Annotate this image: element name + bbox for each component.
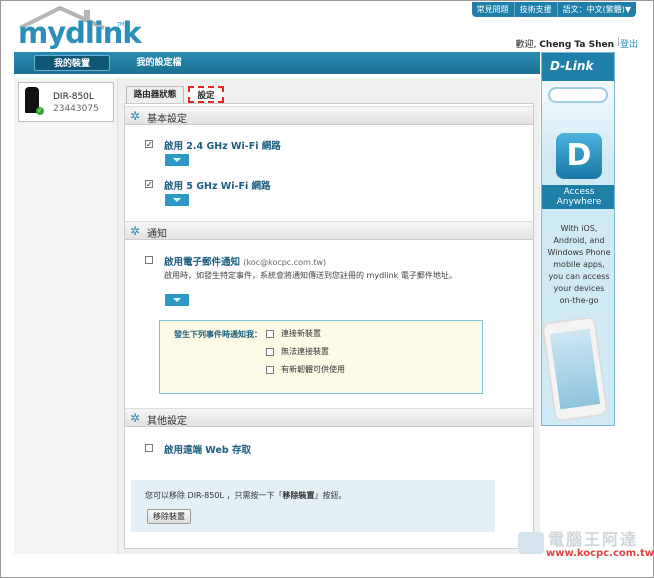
gear-icon: ✲ — [130, 224, 141, 238]
notify-options-title: 發生下列事件時通知我： — [174, 330, 262, 339]
cloud-icon — [548, 87, 608, 103]
notify-options-box: 發生下列事件時通知我： 連接新裝置 無法連接裝置 有新韌體可供使用 — [159, 320, 483, 394]
section-title: 通知 — [147, 229, 167, 240]
main-panel: 路由器狀態 設定 ✲ 基本設定 ✓ 啟用 2.4 GHz Wi-Fi 網路 ✓ … — [118, 78, 540, 554]
remove-device-button[interactable]: 移除裝置 — [147, 509, 191, 524]
computer-icon — [518, 532, 544, 554]
device-list: ✓ DIR-850L 23443075 — [14, 78, 118, 554]
phone-image — [542, 315, 609, 423]
email-notify-desc: 啟用時，如發生特定事件，系統會將通知傳送到您註冊的 mydlink 電子郵件地址… — [164, 271, 457, 280]
main-nav: 我的裝置 我的設定檔 — [14, 52, 540, 74]
device-card[interactable]: ✓ DIR-850L 23443075 — [18, 82, 114, 122]
welcome-text: 歡迎, Cheng Ta Shen — [515, 40, 614, 50]
online-check-icon: ✓ — [36, 107, 44, 115]
faq-link[interactable]: 常見問題 — [472, 2, 514, 17]
device-name: DIR-850L — [53, 92, 94, 102]
wifi5-checkbox[interactable]: ✓ — [145, 180, 153, 189]
ad-headline: Access Anywhere — [542, 185, 614, 209]
ad-description: With iOS, Android, and Windows Phone mob… — [547, 224, 611, 305]
expand-wifi5-button[interactable] — [165, 194, 189, 206]
section-title: 基本設定 — [147, 114, 187, 125]
user-name: Cheng Ta Shen — [539, 40, 614, 50]
remote-access-checkbox[interactable] — [145, 444, 153, 452]
email-address: (koc@kocpc.com.tw) — [243, 258, 327, 267]
wifi5-label: 啟用 5 GHz Wi-Fi 網路 — [164, 181, 271, 192]
wifi24-label: 啟用 2.4 GHz Wi-Fi 網路 — [164, 141, 281, 152]
tab-router-status[interactable]: 路由器狀態 — [126, 86, 184, 103]
logo-tm: TM — [117, 22, 125, 28]
support-link[interactable]: 技術支援 — [513, 2, 557, 17]
tab-my-devices[interactable]: 我的裝置 — [34, 55, 110, 71]
dlink-logo: D-Link — [550, 59, 594, 73]
section-basic: ✲ 基本設定 — [125, 106, 533, 125]
remove-device-info: 您可以移除 DIR-850L ，只需按一下「移除裝置」按鈕。 — [145, 491, 347, 500]
option-label: 有新韌體可供使用 — [281, 365, 345, 374]
expand-wifi24-button[interactable] — [165, 154, 189, 166]
email-notify-label: 啟用電子郵件通知 (koc@kocpc.com.tw) — [164, 257, 327, 268]
remote-access-label: 啟用遠端 Web 存取 — [164, 445, 251, 456]
gear-icon: ✲ — [130, 411, 141, 425]
option-label: 連接新裝置 — [281, 329, 321, 338]
option-checkbox[interactable] — [266, 366, 274, 374]
option-label: 無法連接裝置 — [281, 347, 329, 356]
language-select[interactable]: 語文：中文(繁體)▼ — [556, 2, 636, 17]
dlink-app-icon: D — [556, 133, 602, 179]
email-notify-checkbox[interactable] — [145, 256, 153, 264]
wifi24-checkbox[interactable]: ✓ — [145, 140, 153, 149]
expand-notify-button[interactable] — [165, 294, 189, 306]
dlink-ad-banner[interactable]: D-Link D Access Anywhere With iOS, Androi… — [541, 52, 615, 426]
tab-my-profile[interactable]: 我的設定檔 — [118, 55, 200, 71]
section-other: ✲ 其他設定 — [125, 408, 533, 427]
ad-header: D-Link — [542, 53, 614, 81]
watermark-title: 電腦王阿達 — [548, 530, 639, 549]
tab-settings[interactable]: 設定 — [188, 86, 224, 103]
watermark: 電腦王阿達 www.kocpc.com.tw — [512, 524, 654, 568]
option-checkbox[interactable] — [266, 348, 274, 356]
gear-icon: ✲ — [130, 109, 141, 123]
top-links: 常見問題 技術支援 語文：中文(繁體)▼ — [471, 2, 636, 17]
settings-content: ✲ 基本設定 ✓ 啟用 2.4 GHz Wi-Fi 網路 ✓ 啟用 5 GHz … — [124, 103, 534, 549]
option-checkbox[interactable] — [266, 330, 274, 338]
remove-device-box: 您可以移除 DIR-850L ，只需按一下「移除裝置」按鈕。 移除裝置 — [131, 480, 495, 532]
section-title: 其他設定 — [147, 416, 187, 427]
logout-link[interactable]: 登出 — [620, 37, 638, 50]
device-id: 23443075 — [53, 104, 99, 114]
section-notify: ✲ 通知 — [125, 221, 533, 240]
watermark-url: www.kocpc.com.tw — [546, 548, 654, 559]
